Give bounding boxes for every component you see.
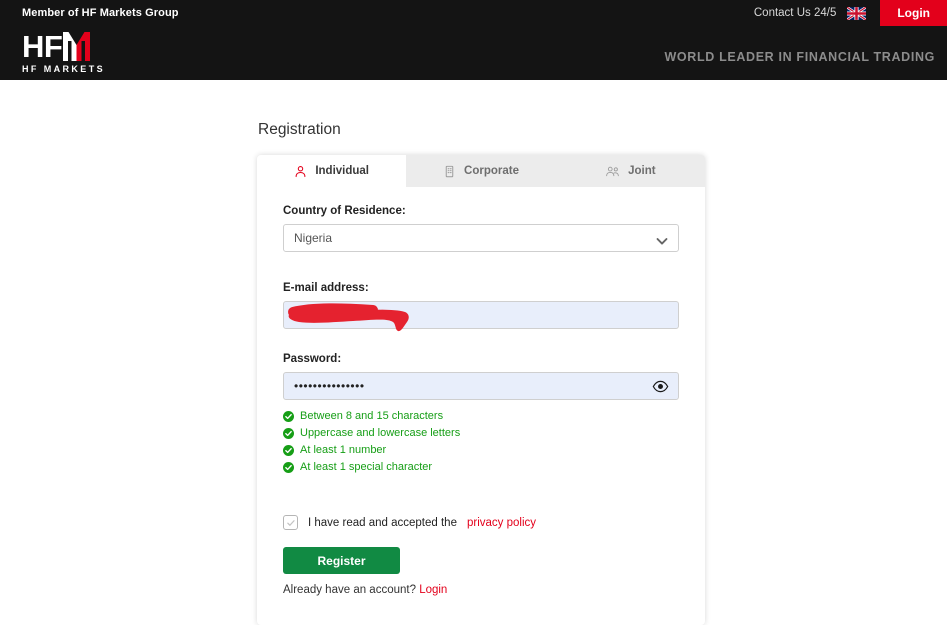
top-utility-bar: Member of HF Markets Group Contact Us 24…	[0, 0, 947, 26]
privacy-policy-link[interactable]: privacy policy	[467, 517, 536, 529]
login-prompt-text: Already have an account?	[283, 584, 416, 596]
password-input-value: •••••••••••••••	[294, 379, 365, 393]
tab-corporate[interactable]: Corporate	[406, 155, 556, 187]
topbar-actions: Contact Us 24/5 Login	[754, 0, 947, 26]
login-prompt: Already have an account? Login	[283, 584, 679, 596]
password-rule: At least 1 special character	[283, 459, 679, 475]
check-circle-icon	[283, 444, 294, 456]
login-button[interactable]: Login	[880, 0, 947, 26]
privacy-policy-checkbox[interactable]	[283, 515, 298, 530]
tab-individual[interactable]: Individual	[257, 155, 407, 187]
member-of-group-text: Member of HF Markets Group	[22, 7, 179, 19]
email-label: E-mail address:	[283, 282, 369, 294]
password-label: Password:	[283, 353, 342, 365]
password-rule: At least 1 number	[283, 442, 679, 458]
check-circle-icon	[283, 461, 294, 473]
check-circle-icon	[283, 410, 294, 422]
logo-hf-text: HF	[22, 29, 63, 64]
logo-subtitle: HF MARKETS	[22, 64, 105, 74]
country-label: Country of Residence:	[283, 205, 406, 217]
password-input[interactable]: •••••••••••••••	[283, 372, 679, 400]
eye-icon[interactable]	[652, 378, 669, 398]
tab-individual-label: Individual	[315, 165, 369, 177]
password-rules: Between 8 and 15 characters Uppercase an…	[283, 408, 679, 475]
email-redaction-scribble	[283, 300, 415, 334]
tab-joint-label: Joint	[628, 165, 656, 177]
logo-m-letter-icon	[63, 32, 91, 61]
logo-mark: HF	[22, 29, 142, 64]
register-button[interactable]: Register	[283, 547, 400, 574]
tab-corporate-label: Corporate	[464, 165, 519, 177]
header-tagline: WORLD LEADER IN FINANCIAL TRADING	[664, 50, 935, 64]
page-body: Registration Individual Corporate Joint …	[0, 80, 947, 625]
password-rule-label: At least 1 number	[300, 444, 387, 456]
building-icon	[443, 165, 456, 178]
site-header: HF HF MARKETS WORLD LEADER IN FINANCIAL …	[0, 26, 947, 80]
password-rule-label: Uppercase and lowercase letters	[300, 427, 461, 439]
password-rule-label: At least 1 special character	[300, 461, 433, 473]
person-icon	[294, 165, 307, 178]
country-select-value: Nigeria	[294, 231, 333, 245]
privacy-consent-text: I have read and accepted the	[308, 516, 457, 529]
people-icon	[605, 165, 620, 178]
hfm-logo[interactable]: HF HF MARKETS	[22, 29, 142, 74]
privacy-consent-row: I have read and accepted the privacy pol…	[283, 515, 679, 530]
country-select[interactable]: Nigeria	[283, 224, 679, 252]
country-select-wrap: Nigeria	[283, 224, 679, 252]
check-circle-icon	[283, 427, 294, 439]
registration-card: Individual Corporate Joint Country of Re…	[257, 155, 705, 625]
account-type-tabs: Individual Corporate Joint	[257, 155, 705, 187]
password-rule-label: Between 8 and 15 characters	[300, 410, 444, 422]
registration-form: Country of Residence: Nigeria E-mail add…	[257, 187, 705, 596]
page-title: Registration	[258, 121, 341, 138]
password-rule: Between 8 and 15 characters	[283, 408, 679, 424]
tab-joint[interactable]: Joint	[555, 155, 705, 187]
login-link[interactable]: Login	[419, 584, 447, 596]
uk-flag-icon[interactable]	[847, 6, 880, 20]
contact-us-link[interactable]: Contact Us 24/5	[754, 7, 836, 19]
email-input[interactable]	[283, 301, 679, 332]
password-rule: Uppercase and lowercase letters	[283, 425, 679, 441]
